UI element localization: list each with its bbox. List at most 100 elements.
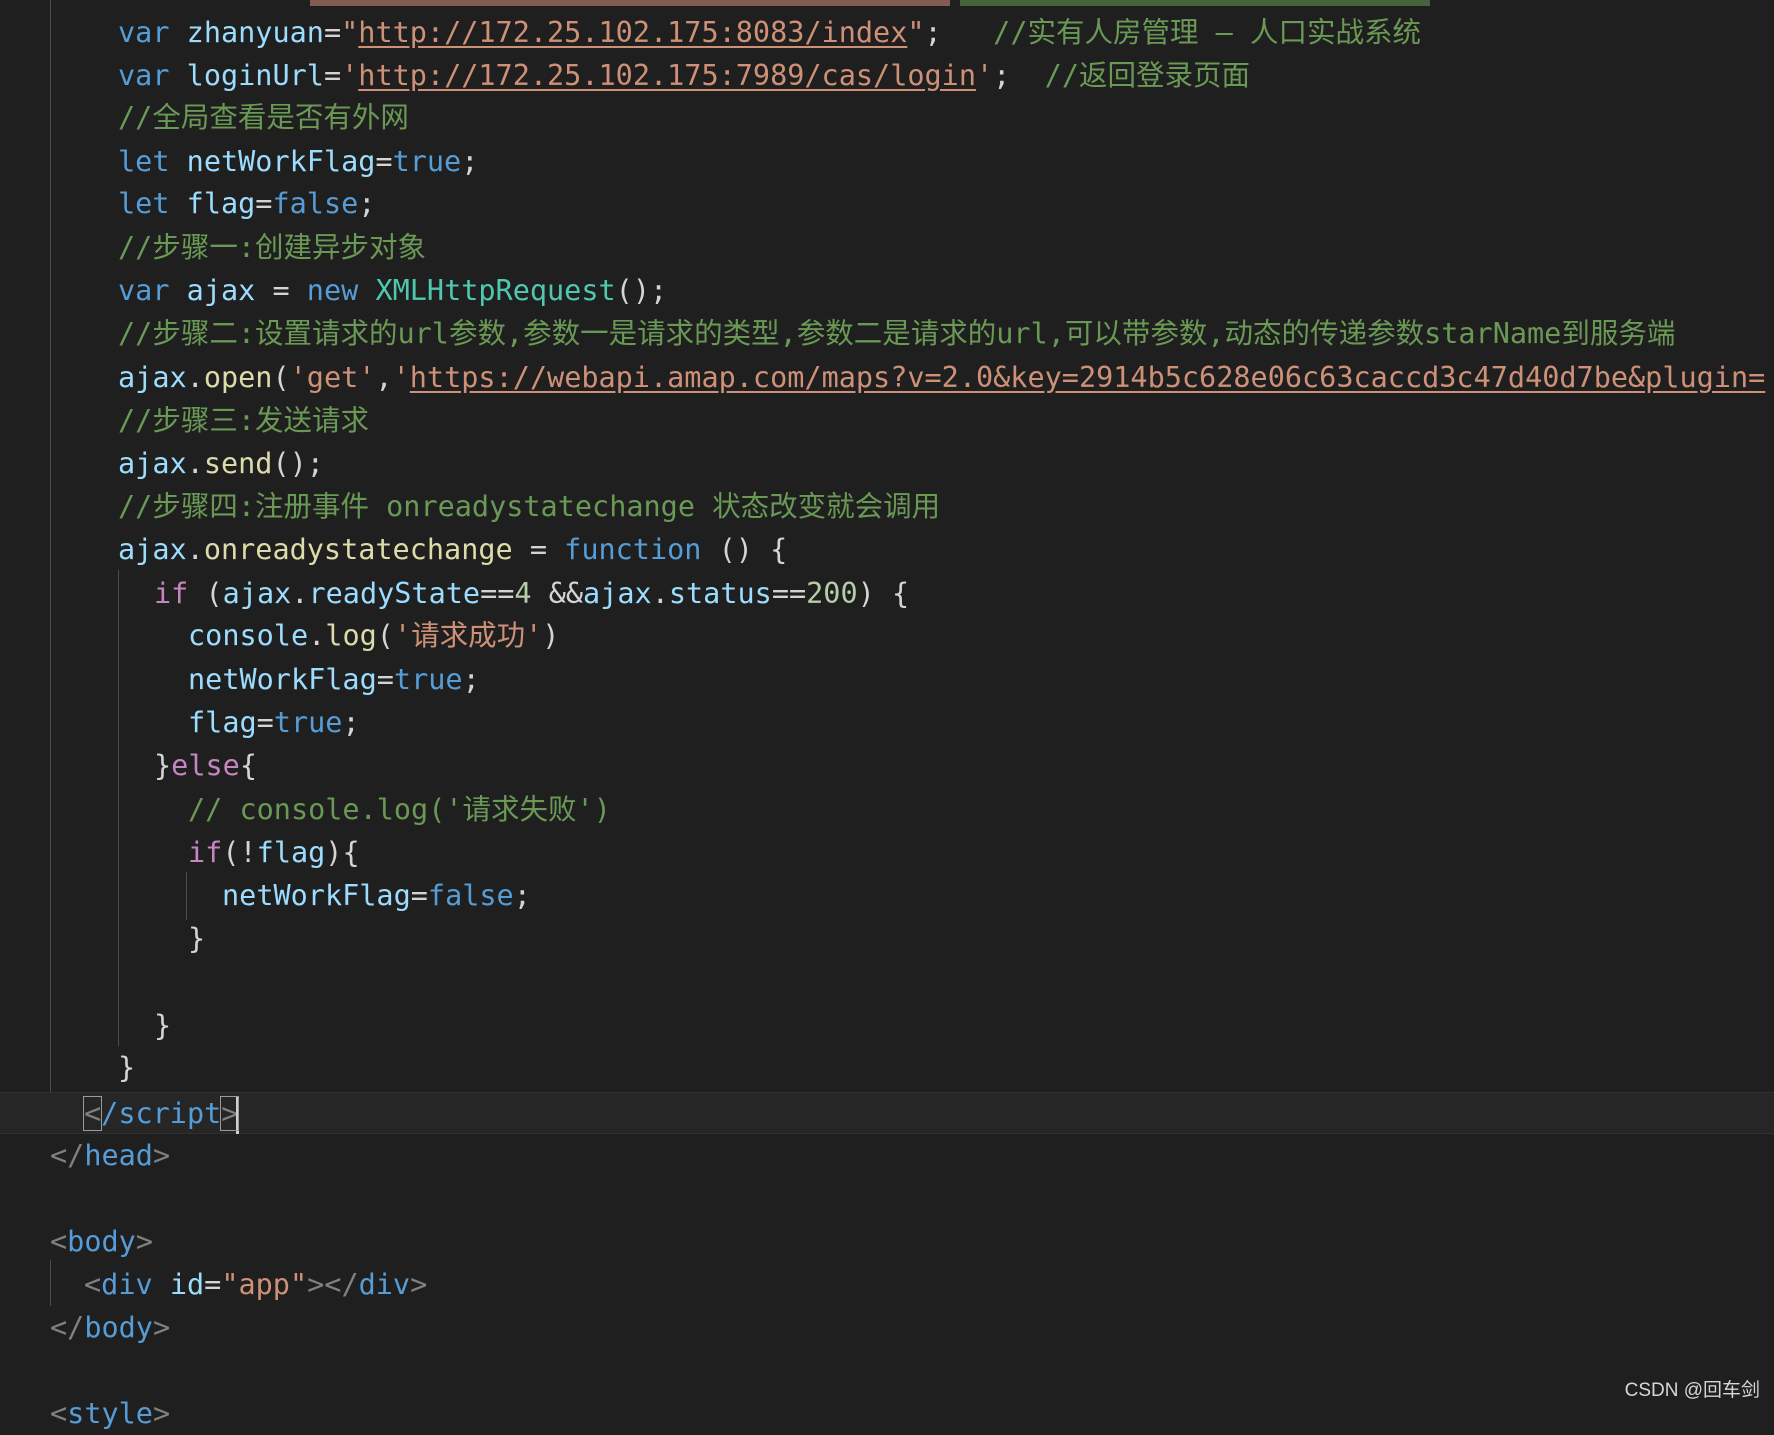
code-token: open <box>203 361 273 394</box>
code-token: ; <box>358 187 376 220</box>
code-token: ajax <box>222 577 292 610</box>
code-token: ' <box>392 361 410 394</box>
code-token: ; <box>462 663 480 696</box>
code-line[interactable]: </body> <box>50 1307 170 1349</box>
code-token: . <box>186 361 204 394</box>
code-token: let <box>118 187 170 220</box>
code-token: var <box>118 16 170 49</box>
code-line[interactable]: <body> <box>50 1221 153 1263</box>
code-token: , <box>375 361 393 394</box>
code-token: body <box>67 1225 136 1258</box>
code-token: } <box>188 922 206 955</box>
code-token: ; <box>924 16 994 49</box>
code-line[interactable]: //步骤四:注册事件 onreadystatechange 状态改变就会调用 <box>118 486 940 528</box>
code-token: id <box>169 1268 205 1301</box>
code-line[interactable]: console.log('请求成功') <box>188 615 559 657</box>
code-token: "app" <box>221 1268 308 1301</box>
code-token: //实有人房管理 – 人口实战系统 <box>993 16 1421 49</box>
code-line[interactable]: var zhanyuan="http://172.25.102.175:8083… <box>118 12 1421 54</box>
code-token: . <box>186 447 204 480</box>
code-token: else <box>171 749 240 782</box>
code-token: XMLHttpRequest <box>375 274 616 307</box>
code-token: ; <box>342 706 360 739</box>
code-token: let <box>118 145 170 178</box>
code-token: ajax <box>186 274 256 307</box>
code-token: } <box>154 749 172 782</box>
code-line[interactable]: //全局查看是否有外网 <box>118 97 409 139</box>
code-line[interactable]: //步骤二:设置请求的url参数,参数一是请求的类型,参数二是请求的url,可以… <box>118 313 1675 355</box>
code-token: readyState <box>308 577 481 610</box>
code-token: netWorkFlag <box>188 663 377 696</box>
code-token: send <box>203 447 273 480</box>
code-token: = <box>512 533 565 566</box>
code-token: ajax <box>118 447 187 480</box>
code-token: " <box>341 16 359 49</box>
code-line[interactable]: } <box>118 1047 135 1089</box>
code-token: //返回登录页面 <box>1044 59 1250 92</box>
code-token: = <box>255 187 273 220</box>
text-cursor <box>236 1096 240 1134</box>
code-token: function <box>564 533 702 566</box>
code-line[interactable]: netWorkFlag=true; <box>188 659 480 701</box>
code-token: = <box>256 706 274 739</box>
code-token: http://172.25.102.175:8083/index <box>358 16 908 49</box>
code-token: onreadystatechange <box>203 533 513 566</box>
code-line[interactable]: }else{ <box>154 745 257 787</box>
code-line[interactable]: <style> <box>50 1393 170 1435</box>
code-token: 4 <box>514 577 532 610</box>
code-token: false <box>272 187 359 220</box>
code-token: == <box>480 577 515 610</box>
code-line[interactable]: } <box>188 918 205 960</box>
code-token: var <box>118 59 170 92</box>
code-line[interactable]: let flag=false; <box>118 183 375 225</box>
code-token: </ <box>50 1311 85 1344</box>
code-line[interactable]: ajax.send(); <box>118 443 324 485</box>
code-token: status <box>668 577 772 610</box>
code-line[interactable]: if (ajax.readyState==4 &&ajax.status==20… <box>154 573 909 615</box>
code-line[interactable]: } <box>154 1005 171 1047</box>
code-line[interactable]: </script> <box>0 1092 1774 1134</box>
code-line[interactable]: ajax.open('get','https://webapi.amap.com… <box>118 357 1765 399</box>
code-token: loginUrl <box>186 59 324 92</box>
code-token: = <box>376 663 394 696</box>
code-line[interactable]: <div id="app"></div> <box>84 1264 427 1306</box>
code-token: < <box>84 1268 102 1301</box>
code-line[interactable]: var loginUrl='http://172.25.102.175:7989… <box>118 55 1250 97</box>
code-line[interactable]: netWorkFlag=false; <box>222 875 531 917</box>
code-token: ></ <box>307 1268 359 1301</box>
code-token: true <box>273 706 343 739</box>
code-token: (! <box>222 836 257 869</box>
code-token: false <box>427 879 514 912</box>
indent-guide-outer <box>50 0 51 1132</box>
code-token: flag <box>186 187 256 220</box>
code-line[interactable]: </head> <box>50 1135 170 1177</box>
code-token: head <box>84 1139 153 1172</box>
code-token: ( <box>188 577 223 610</box>
code-line[interactable]: ajax.onreadystatechange = function () { <box>118 529 787 571</box>
code-line[interactable]: flag=true; <box>188 702 360 744</box>
code-token: && <box>531 577 584 610</box>
code-line[interactable]: var ajax = new XMLHttpRequest(); <box>118 270 667 312</box>
code-line[interactable]: if(!flag){ <box>188 832 360 874</box>
code-line[interactable]: // console.log('请求失败') <box>188 789 611 831</box>
code-line[interactable]: let netWorkFlag=true; <box>118 141 478 183</box>
code-token: } <box>118 1051 136 1084</box>
code-token: netWorkFlag <box>222 879 411 912</box>
watermark: CSDN @回车剑 <box>1624 1380 1760 1401</box>
code-token: ajax <box>118 361 187 394</box>
code-line[interactable]: //步骤一:创建异步对象 <box>118 227 426 269</box>
code-line[interactable]: //步骤三:发送请求 <box>118 400 369 442</box>
code-token: div <box>358 1268 411 1301</box>
clipped-line-underline <box>310 0 950 6</box>
code-token: http://172.25.102.175:7989/cas/login <box>358 59 976 92</box>
code-token: </ <box>50 1139 85 1172</box>
code-token: https://webapi.amap.com/maps?v=2.0&key=2… <box>409 361 1766 394</box>
code-token: ajax <box>583 577 652 610</box>
code-editor[interactable]: var zhanyuan="http://172.25.102.175:8083… <box>0 0 1774 1430</box>
